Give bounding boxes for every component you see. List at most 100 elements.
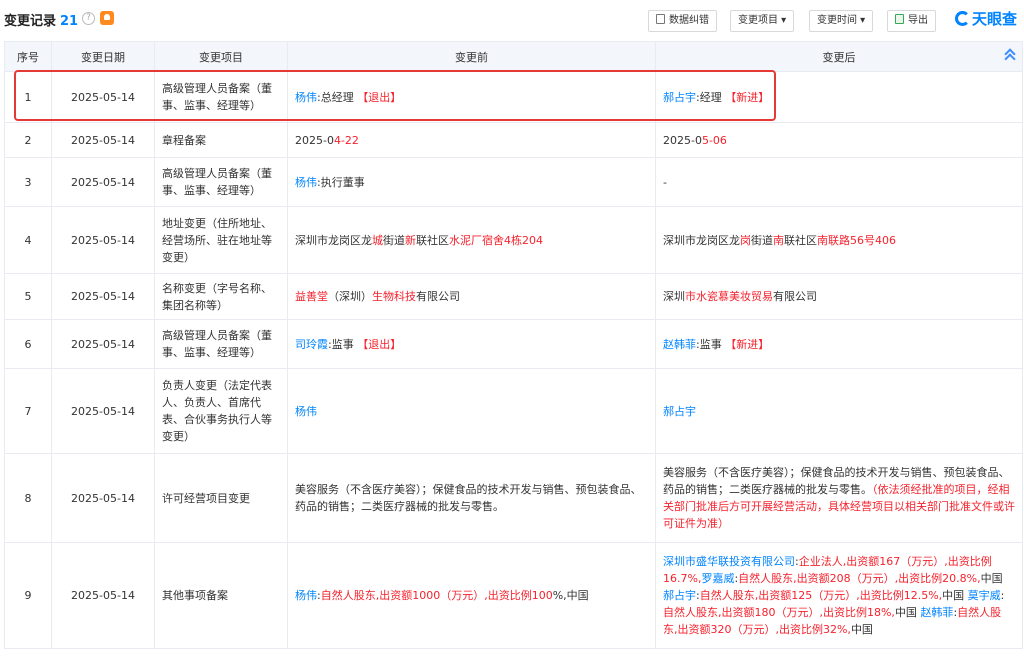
logo-icon	[955, 11, 970, 26]
export-button[interactable]: 导出	[887, 10, 936, 32]
person-link[interactable]: 郝占宇	[663, 405, 696, 418]
col-header-item: 变更项目	[154, 41, 288, 72]
change-item: 负责人变更（法定代表人、负责人、首席代表、合伙事务执行人等变更）	[154, 368, 288, 454]
tianyancha-logo: 天眼查	[955, 8, 1017, 29]
col-header-date: 变更日期	[51, 41, 155, 72]
value-segment: 自然人股东,出资额125（万元）,出资比例12.5%,	[699, 589, 943, 602]
change-item: 高级管理人员备案（董事、监事、经理等）	[154, 319, 288, 369]
value-segment: 2025-0	[295, 133, 334, 147]
value-before: 美容服务（不含医疗美容）；保健食品的技术开发与销售、预包装食品、药品的销售；二类…	[287, 453, 656, 543]
value-segment: 【退出】	[357, 337, 402, 351]
person-link[interactable]: 赵韩菲	[920, 606, 953, 619]
value-segment: :总经理	[317, 90, 358, 104]
person-link[interactable]: 杨伟	[295, 589, 317, 602]
value-segment: 深圳市龙岗区龙	[663, 233, 740, 247]
change-date: 2025-05-14	[51, 368, 155, 454]
record-count[interactable]: 21	[60, 14, 78, 29]
change-time-label: 变更时间 ▾	[817, 15, 866, 26]
change-date: 2025-05-14	[51, 453, 155, 543]
row-number: 3	[4, 157, 52, 207]
value-segment: 【退出】	[357, 90, 402, 104]
change-date: 2025-05-14	[51, 273, 155, 320]
col-header-after: 变更后	[655, 41, 1023, 72]
value-segment: 城	[372, 233, 383, 247]
value-segment: :	[1000, 589, 1005, 602]
row-number: 9	[4, 542, 52, 649]
col-header-after-label: 变更后	[822, 50, 856, 64]
change-date: 2025-05-14	[51, 122, 155, 158]
value-segment: 联社区	[784, 233, 817, 247]
person-link[interactable]: 杨伟	[295, 91, 317, 104]
value-after: 深圳市龙岗区龙岗街道南联社区南联路56号406	[655, 206, 1023, 274]
person-link[interactable]: 司玲霞	[295, 338, 328, 351]
table-row: 8 2025-05-14 许可经营项目变更 美容服务（不含医疗美容）；保健食品的技术开…	[4, 453, 1023, 543]
value-segment: 街道	[383, 233, 405, 247]
value-segment: 有限公司	[773, 290, 817, 303]
value-segment: 生物科技	[372, 290, 416, 303]
value-segment: 中国	[980, 572, 1003, 585]
data-correct-label: 数据纠错	[669, 15, 709, 26]
value-after: 美容服务（不含医疗美容）；保健食品的技术开发与销售、预包装食品、药品的销售；二类…	[655, 453, 1023, 543]
row-number: 6	[4, 319, 52, 369]
bell-icon[interactable]	[100, 11, 114, 25]
value-segment: 联社区	[416, 233, 449, 247]
change-record-table: 序号 变更日期 变更项目 变更前 变更后 1 2025-05-14 高级管理人员备案…	[4, 41, 1023, 649]
export-label: 导出	[908, 15, 928, 26]
value-segment: 深圳市龙岗区龙	[295, 233, 372, 247]
section-title-label: 变更记录	[4, 14, 57, 29]
person-link[interactable]: 莫宇威	[968, 589, 1001, 602]
table-row: 6 2025-05-14 高级管理人员备案（董事、监事、经理等） 司玲霞:监事 【退出…	[4, 319, 1023, 369]
table-row: 9 2025-05-14 其他事项备案 杨伟:自然人股东,出资额1000（万元）,出资…	[4, 542, 1023, 649]
row-number: 5	[4, 273, 52, 320]
table-header-row: 序号 变更日期 变更项目 变更前 变更后	[4, 41, 1023, 72]
value-before: 杨伟:总经理 【退出】	[287, 71, 656, 123]
value-segment: 南	[773, 233, 784, 247]
change-item: 名称变更（字号名称、集团名称等）	[154, 273, 288, 320]
col-header-no: 序号	[4, 41, 52, 72]
value-after: 2025-05-06	[655, 122, 1023, 158]
change-time-filter[interactable]: 变更时间 ▾	[809, 10, 874, 32]
table-row: 5 2025-05-14 名称变更（字号名称、集团名称等） 益善堂（深圳）生物科技有限…	[4, 273, 1023, 320]
help-icon[interactable]: ?	[82, 12, 95, 25]
table-row: 7 2025-05-14 负责人变更（法定代表人、负责人、首席代表、合伙事务执行人等…	[4, 368, 1023, 454]
value-before: 杨伟	[287, 368, 656, 454]
person-link[interactable]: 杨伟	[295, 176, 317, 189]
person-link[interactable]: 杨伟	[295, 405, 317, 418]
value-segment: 街道	[751, 233, 773, 247]
change-item: 高级管理人员备案（董事、监事、经理等）	[154, 71, 288, 123]
value-segment: 南联路56号406	[817, 233, 896, 247]
table-row: 1 2025-05-14 高级管理人员备案（董事、监事、经理等） 杨伟:总经理 【退出…	[4, 71, 1023, 123]
data-correct-button[interactable]: 数据纠错	[648, 10, 717, 32]
value-segment: %,中国	[552, 589, 589, 602]
change-item: 高级管理人员备案（董事、监事、经理等）	[154, 157, 288, 207]
col-header-before: 变更前	[287, 41, 656, 72]
change-date: 2025-05-14	[51, 157, 155, 207]
value-segment: 美容服务（不含医疗美容）；保健食品的技术开发与销售、预包装食品、药品的销售；二类…	[295, 483, 642, 513]
change-item-label: 变更项目 ▾	[738, 15, 787, 26]
change-item-filter[interactable]: 变更项目 ▾	[730, 10, 795, 32]
person-link[interactable]: 深圳市盛华联投资有限公司	[663, 555, 795, 568]
value-segment: 【新进】	[725, 337, 770, 351]
value-after: 深圳市盛华联投资有限公司:企业法人,出资额167（万元）,出资比例16.7%,罗…	[655, 542, 1023, 649]
excel-icon	[895, 14, 904, 24]
value-segment: :监事	[328, 337, 358, 351]
change-item: 许可经营项目变更	[154, 453, 288, 543]
row-number: 4	[4, 206, 52, 274]
value-segment: :执行董事	[317, 175, 365, 189]
value-before: 益善堂（深圳）生物科技有限公司	[287, 273, 656, 320]
value-before: 2025-04-22	[287, 122, 656, 158]
person-link[interactable]: 郝占宇	[663, 589, 696, 602]
value-before: 深圳市龙岗区龙城街道新联社区水泥厂宿舍4栋204	[287, 206, 656, 274]
table-row: 2 2025-05-14 章程备案 2025-04-22 2025-05-06	[4, 122, 1023, 158]
person-link[interactable]: 郝占宇	[663, 91, 696, 104]
value-segment: 益善堂	[295, 290, 328, 303]
person-link[interactable]: 罗嘉威	[701, 572, 734, 585]
change-item: 章程备案	[154, 122, 288, 158]
table-row: 3 2025-05-14 高级管理人员备案（董事、监事、经理等） 杨伟:执行董事 -	[4, 157, 1023, 207]
value-segment: :监事	[696, 337, 726, 351]
person-link[interactable]: 赵韩菲	[663, 338, 696, 351]
row-number: 7	[4, 368, 52, 454]
row-number: 2	[4, 122, 52, 158]
value-before: 杨伟:自然人股东,出资额1000（万元）,出资比例100%,中国	[287, 542, 656, 649]
logo-text: 天眼查	[972, 10, 1018, 28]
